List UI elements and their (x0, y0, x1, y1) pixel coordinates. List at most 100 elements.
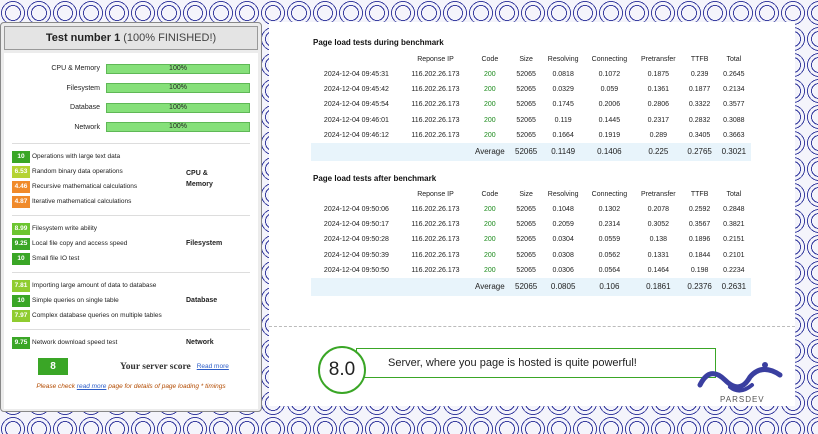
column-header: Pretransfer (641, 56, 676, 63)
during-table: Reponse IP Code Size Resolving Connecting Pre… (311, 52, 751, 161)
table-header-row: Reponse IP Code Size Resolving Connecting Pre… (311, 52, 751, 67)
column-header: Reponse IP (417, 191, 454, 198)
footnote: Please check read more page for details … (12, 381, 250, 392)
table-cell: 52065 (516, 101, 536, 109)
test-body: CPU & Memory 100% Filesystem 100% Database 10… (4, 53, 258, 409)
average-spacer (311, 142, 470, 161)
table-cell: 0.2645 (723, 71, 745, 79)
test-row: 8.99 Filesystem write ability (12, 221, 182, 236)
average-cell: 52065 (510, 277, 542, 296)
table-cell: 0.2832 (688, 116, 711, 124)
table-row: 2024-12-04 09:46:01 116.202.26.173 200 5206… (311, 113, 751, 128)
table-cell: 0.059 (600, 86, 619, 94)
average-cell: 0.0805 (541, 277, 585, 296)
footnote-read-more-link[interactable]: read more (77, 383, 107, 390)
column-header: TTFB (690, 191, 709, 198)
table-cell: 200 (484, 71, 496, 79)
test-label: Network download speed test (32, 339, 118, 346)
table-cell: 0.0559 (598, 236, 621, 244)
table-cell: 0.1302 (598, 206, 621, 214)
test-row: 4.87 Iterative mathematical calculations (12, 194, 182, 209)
group-title: Filesystem (186, 240, 223, 247)
average-cell: 0.106 (584, 277, 635, 296)
table-cell: 116.202.26.173 (411, 101, 460, 109)
table-cell: 0.2592 (688, 206, 711, 214)
table-cell: 52065 (516, 221, 536, 229)
average-label: Average (469, 142, 511, 161)
average-cell: 0.3021 (716, 142, 751, 161)
score-badge: 7.81 (12, 279, 30, 292)
column-header: Total (726, 56, 742, 63)
table-cell: 2024-12-04 09:45:42 (323, 86, 389, 94)
table-cell: 0.1361 (647, 86, 670, 94)
table-cell: 2024-12-04 09:46:01 (323, 116, 389, 124)
table-cell: 52065 (516, 236, 536, 244)
table-row: 2024-12-04 09:50:50 116.202.26.173 200 5206… (311, 263, 751, 278)
table-cell: 0.1844 (688, 251, 711, 259)
column-header: Connecting (591, 56, 628, 63)
test-group: 10 Operations with large text data 6.53 Ran… (12, 149, 250, 209)
table-cell: 0.1875 (647, 71, 670, 79)
test-label: Random binary data operations (32, 168, 123, 175)
table-cell: 200 (484, 131, 496, 139)
column-header (311, 187, 402, 202)
table-row: 2024-12-04 09:50:39 116.202.26.173 200 5206… (311, 248, 751, 263)
table-cell: 0.0304 (552, 236, 574, 244)
test-row: 7.81 Importing large amount of data to da… (12, 278, 182, 293)
verdict-text: Server, where you page is hosted is quit… (388, 357, 637, 369)
table-cell: 200 (484, 251, 496, 259)
column-header: Resolving (547, 191, 579, 198)
column-header (311, 52, 402, 67)
table-cell: 0.198 (690, 266, 709, 274)
table-cell: 0.0329 (552, 86, 574, 94)
progress-bar: 100% (106, 102, 250, 113)
score-badge: 9.75 (12, 336, 30, 349)
group-title: Network (186, 339, 214, 346)
progress-row: Network 100% (12, 118, 250, 138)
table-cell: 52065 (516, 116, 536, 124)
test-row: 10 Small file IO test (12, 251, 182, 266)
table-cell: 0.3052 (647, 221, 670, 229)
column-header: TTFB (690, 56, 709, 63)
table-row: 2024-12-04 09:50:28 116.202.26.173 200 5206… (311, 232, 751, 247)
table-cell: 0.289 (649, 131, 668, 139)
table-cell: 0.1745 (552, 101, 574, 109)
progress-row: Database 100% (12, 98, 250, 118)
average-cell: 0.2765 (682, 142, 717, 161)
score-badge: 8.99 (12, 222, 30, 235)
table-cell: 116.202.26.173 (411, 236, 460, 244)
column-header: Connecting (591, 191, 628, 198)
table-cell: 0.2806 (647, 101, 670, 109)
score-badge: 6.53 (12, 165, 30, 178)
table-cell: 0.2848 (723, 206, 745, 214)
table-cell: 2024-12-04 09:50:39 (323, 251, 389, 259)
test-label: Filesystem write ability (32, 225, 98, 232)
table-cell: 116.202.26.173 (411, 71, 460, 79)
test-label: Small file IO test (32, 255, 80, 262)
table-cell: 0.0818 (552, 71, 574, 79)
table-cell: 200 (484, 86, 496, 94)
verdict-score-circle: 8.0 (318, 346, 366, 394)
average-label: Average (469, 277, 511, 296)
table-cell: 0.3577 (723, 101, 745, 109)
test-label: Iterative mathematical calculations (32, 198, 132, 205)
table-cell: 200 (484, 266, 496, 274)
column-header: Code (481, 191, 499, 198)
table-cell: 2024-12-04 09:45:54 (323, 101, 389, 109)
table-row: 2024-12-04 09:45:54 116.202.26.173 200 5206… (311, 97, 751, 112)
table-cell: 0.2234 (723, 266, 745, 274)
column-header: Code (481, 56, 499, 63)
table-cell: 2024-12-04 09:50:50 (323, 266, 389, 274)
table-cell: 116.202.26.173 (411, 206, 460, 214)
table-cell: 0.119 (554, 116, 572, 124)
during-title: Page load tests during benchmark (313, 38, 444, 47)
parsdev-logo-mark (697, 362, 783, 393)
read-more-link[interactable]: Read more (197, 363, 229, 370)
score-badge: 10 (12, 294, 30, 307)
server-score-badge: 8 (38, 358, 68, 375)
column-header: Resolving (547, 56, 579, 63)
score-badge: 9.25 (12, 237, 30, 250)
test-row: 6.53 Random binary data operations (12, 164, 182, 179)
table-cell: 52065 (516, 71, 536, 79)
column-header: Total (726, 191, 742, 198)
